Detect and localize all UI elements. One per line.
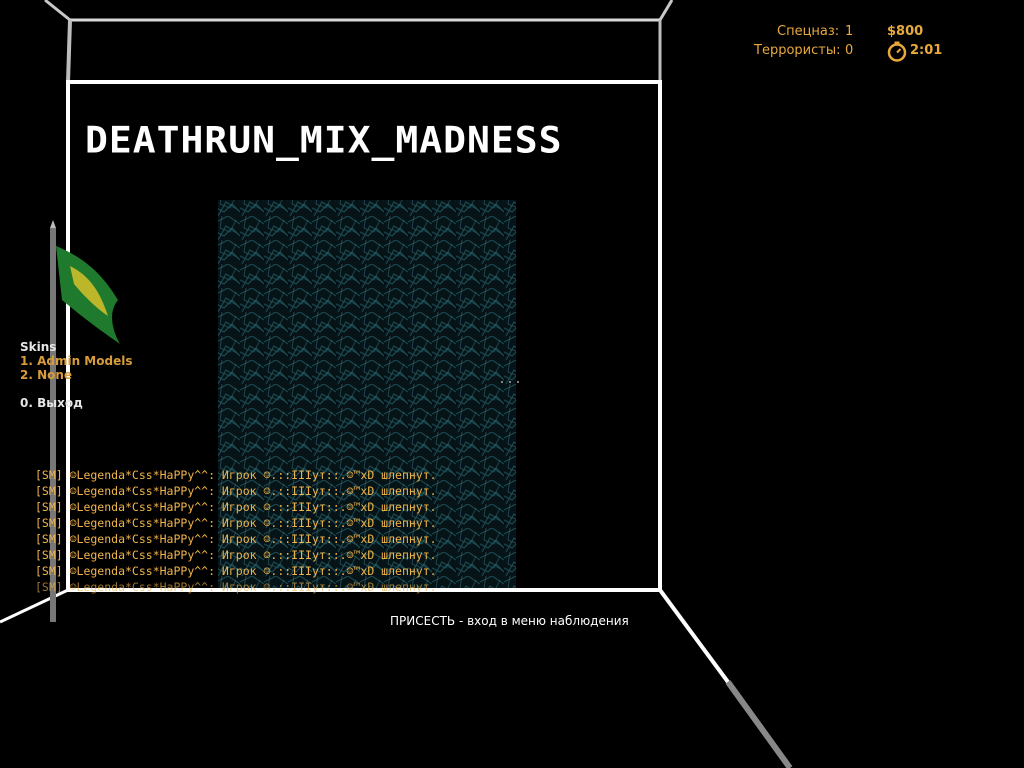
ct-team-label: Спецназ: <box>777 24 840 39</box>
round-timer: 2:01 <box>910 43 943 58</box>
room-edge-left-upper <box>66 19 72 83</box>
menu-item-none[interactable]: 2. None <box>20 368 132 382</box>
floor-edge-right <box>658 588 730 684</box>
skins-menu: Skins 1. Admin Models 2. None 0. Выход <box>20 340 132 410</box>
menu-item-admin-models[interactable]: 1. Admin Models <box>20 354 132 368</box>
game-viewport <box>0 0 793 768</box>
spectator-hint: ПРИСЕСТЬ - вход в меню наблюдения <box>390 614 629 628</box>
chat-log: [SM] ☺Legenda*Css*HaPPy^^: Игрок ☺.::III… <box>35 467 437 595</box>
chat-line: [SM] ☺Legenda*Css*HaPPy^^: Игрок ☺.::III… <box>35 580 437 594</box>
chat-line: [SM] ☺Legenda*Css*HaPPy^^: Игрок ☺.::III… <box>35 548 437 562</box>
stopwatch-icon <box>887 41 907 62</box>
room-edge-top <box>44 0 71 22</box>
t-team-count: 0 <box>845 43 854 58</box>
menu-title: Skins <box>20 340 57 354</box>
chat-line: [SM] ☺Legenda*Css*HaPPy^^: Игрок ☺.::III… <box>35 516 437 530</box>
chat-line: [SM] ☺Legenda*Css*HaPPy^^: Игрок ☺.::III… <box>35 532 437 546</box>
money-display: $800 <box>887 24 924 39</box>
menu-item-exit[interactable]: 0. Выход <box>20 396 132 410</box>
floor-edge-right-far <box>725 680 793 768</box>
flag-pole-tip <box>50 220 56 228</box>
chat-line: [SM] ☺Legenda*Css*HaPPy^^: Игрок ☺.::III… <box>35 564 437 578</box>
room-edge-top-right <box>658 0 674 21</box>
ct-team-count: 1 <box>845 24 854 39</box>
chat-line: [SM] ☺Legenda*Css*HaPPy^^: Игрок ☺.::III… <box>35 468 437 482</box>
map-title-sign: DEATHRUN_MIX_MADNESS <box>85 119 563 161</box>
t-team-label: Террористы: <box>754 43 841 58</box>
chat-line: [SM] ☺Legenda*Css*HaPPy^^: Игрок ☺.::III… <box>35 500 437 514</box>
chat-line: [SM] ☺Legenda*Css*HaPPy^^: Игрок ☺.::III… <box>35 484 437 498</box>
